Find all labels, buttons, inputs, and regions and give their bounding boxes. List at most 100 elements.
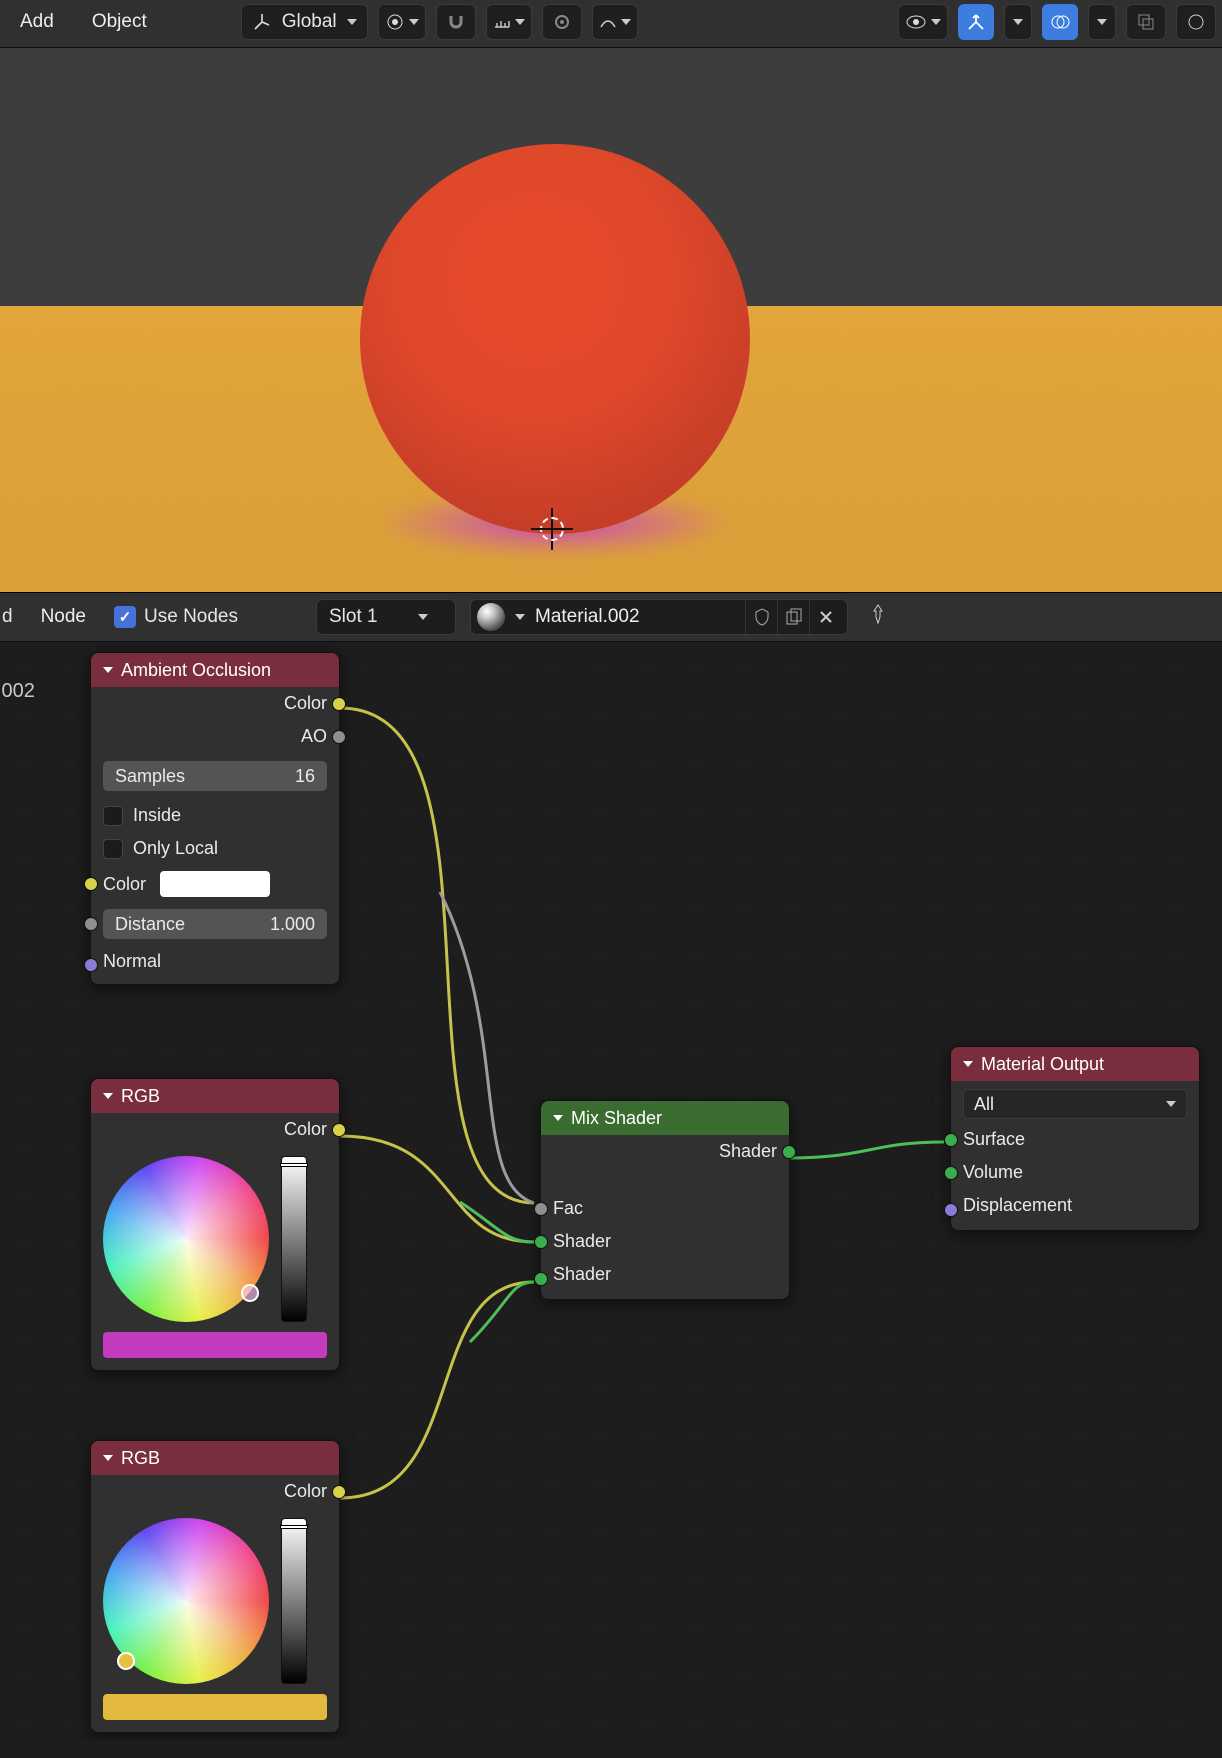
- pivot-point[interactable]: [378, 4, 426, 40]
- shading-wire[interactable]: [1176, 4, 1216, 40]
- pin-icon[interactable]: [868, 603, 888, 631]
- socket-in-distance[interactable]: [84, 917, 98, 931]
- unlink-material-icon[interactable]: [809, 600, 841, 634]
- target-label: All: [974, 1094, 994, 1115]
- socket-out-color[interactable]: [332, 1485, 346, 1499]
- color-preview[interactable]: [103, 1694, 327, 1720]
- output-target-select[interactable]: All: [963, 1089, 1187, 1119]
- node-mix-shader[interactable]: Mix Shader Shader Fac Shader Shader: [540, 1100, 790, 1300]
- add-menu[interactable]: Add: [6, 5, 68, 39]
- magnet-icon: [446, 12, 466, 32]
- distance-value: 1.000: [270, 914, 315, 935]
- gizmo-options[interactable]: [1004, 4, 1032, 40]
- value-slider[interactable]: [281, 1518, 307, 1684]
- proportional-falloff[interactable]: [592, 4, 638, 40]
- fac-label: Fac: [553, 1198, 583, 1219]
- socket-in-shader-1[interactable]: [534, 1235, 548, 1249]
- node-title: Ambient Occlusion: [121, 660, 271, 681]
- material-slot-select[interactable]: Slot 1: [316, 599, 456, 635]
- color-preview[interactable]: [103, 1332, 327, 1358]
- in-normal-label: Normal: [103, 951, 161, 972]
- node-ambient-occlusion[interactable]: Ambient Occlusion Color AO Samples 16 In…: [90, 652, 340, 985]
- socket-out-color[interactable]: [332, 697, 346, 711]
- collapse-icon[interactable]: [103, 1093, 113, 1099]
- node-menu[interactable]: Node: [27, 600, 100, 634]
- xray-toggle[interactable]: [1126, 4, 1166, 40]
- shield-icon[interactable]: [745, 600, 777, 634]
- chevron-down-icon: [1097, 19, 1107, 25]
- distance-field[interactable]: Distance 1.000: [103, 909, 327, 939]
- color-swatch[interactable]: [160, 871, 270, 897]
- object-menu[interactable]: Object: [78, 5, 161, 39]
- shader1-label: Shader: [553, 1231, 611, 1252]
- node-header[interactable]: Mix Shader: [541, 1101, 789, 1135]
- gizmo-icon: [965, 11, 987, 33]
- socket-out-color[interactable]: [332, 1123, 346, 1137]
- node-rgb-2[interactable]: RGB Color: [90, 1440, 340, 1733]
- node-header[interactable]: RGB: [91, 1079, 339, 1113]
- viewport-header: Add Object Global: [0, 0, 1222, 48]
- wheel-handle[interactable]: [117, 1652, 135, 1670]
- collapse-icon[interactable]: [103, 667, 113, 673]
- chevron-down-icon: [931, 19, 941, 25]
- inside-check[interactable]: Inside: [91, 799, 339, 832]
- socket-in-displacement[interactable]: [944, 1203, 958, 1217]
- socket-in-surface[interactable]: [944, 1133, 958, 1147]
- material-preview-icon: [477, 603, 505, 631]
- falloff-icon: [599, 13, 617, 31]
- inside-label: Inside: [133, 805, 181, 826]
- chevron-down-icon: [409, 19, 419, 25]
- socket-out-ao[interactable]: [332, 730, 346, 744]
- gizmo-toggle[interactable]: [958, 4, 994, 40]
- surface-label: Surface: [963, 1129, 1025, 1150]
- new-material-icon[interactable]: [777, 600, 809, 634]
- samples-value: 16: [295, 766, 315, 787]
- chevron-down-icon: [418, 614, 428, 620]
- collapse-icon[interactable]: [963, 1061, 973, 1067]
- use-nodes-label: Use Nodes: [144, 606, 238, 628]
- use-nodes-checkbox[interactable]: ✓: [114, 606, 136, 628]
- collapse-icon[interactable]: [553, 1115, 563, 1121]
- overlay-toggle[interactable]: [1042, 4, 1078, 40]
- node-material-output[interactable]: Material Output All Surface Volume Displ…: [950, 1046, 1200, 1231]
- socket-in-fac[interactable]: [534, 1202, 548, 1216]
- node-editor[interactable]: .002 Ambient Occlusion Color AO Samples …: [0, 642, 1222, 1740]
- samples-field[interactable]: Samples 16: [103, 761, 327, 791]
- visibility-toggles[interactable]: [898, 4, 948, 40]
- out-color-label: Color: [284, 1481, 327, 1502]
- socket-in-shader-2[interactable]: [534, 1272, 548, 1286]
- viewport-3d[interactable]: [0, 48, 1222, 592]
- header-trunc: d: [2, 606, 13, 628]
- slot-label: Slot 1: [329, 606, 378, 628]
- volume-label: Volume: [963, 1162, 1023, 1183]
- only-local-check[interactable]: Only Local: [91, 832, 339, 865]
- material-selector[interactable]: [470, 599, 848, 635]
- proportional-edit[interactable]: [542, 4, 582, 40]
- in-color-label: Color: [103, 874, 146, 895]
- socket-in-color[interactable]: [84, 877, 98, 891]
- chevron-down-icon: [621, 19, 631, 25]
- only-local-label: Only Local: [133, 838, 218, 859]
- snap-toggle[interactable]: [436, 4, 476, 40]
- wheel-handle[interactable]: [241, 1284, 259, 1302]
- node-header[interactable]: RGB: [91, 1441, 339, 1475]
- chevron-down-icon: [515, 614, 525, 620]
- socket-out-shader[interactable]: [782, 1145, 796, 1159]
- value-slider[interactable]: [281, 1156, 307, 1322]
- socket-in-volume[interactable]: [944, 1166, 958, 1180]
- node-header[interactable]: Ambient Occlusion: [91, 653, 339, 687]
- collapse-icon[interactable]: [103, 1455, 113, 1461]
- node-editor-header: d Node ✓ Use Nodes Slot 1: [0, 592, 1222, 642]
- node-title: Material Output: [981, 1054, 1104, 1075]
- material-name-input[interactable]: [535, 606, 735, 628]
- overlay-icon: [1050, 12, 1070, 32]
- tree-name-label: .002: [0, 680, 35, 703]
- socket-in-normal[interactable]: [84, 958, 98, 972]
- snap-options[interactable]: [486, 4, 532, 40]
- overlay-options[interactable]: [1088, 4, 1116, 40]
- node-rgb-1[interactable]: RGB Color: [90, 1078, 340, 1371]
- transform-orientation[interactable]: Global: [241, 4, 368, 40]
- node-header[interactable]: Material Output: [951, 1047, 1199, 1081]
- chevron-down-icon: [347, 19, 357, 25]
- node-title: RGB: [121, 1448, 160, 1469]
